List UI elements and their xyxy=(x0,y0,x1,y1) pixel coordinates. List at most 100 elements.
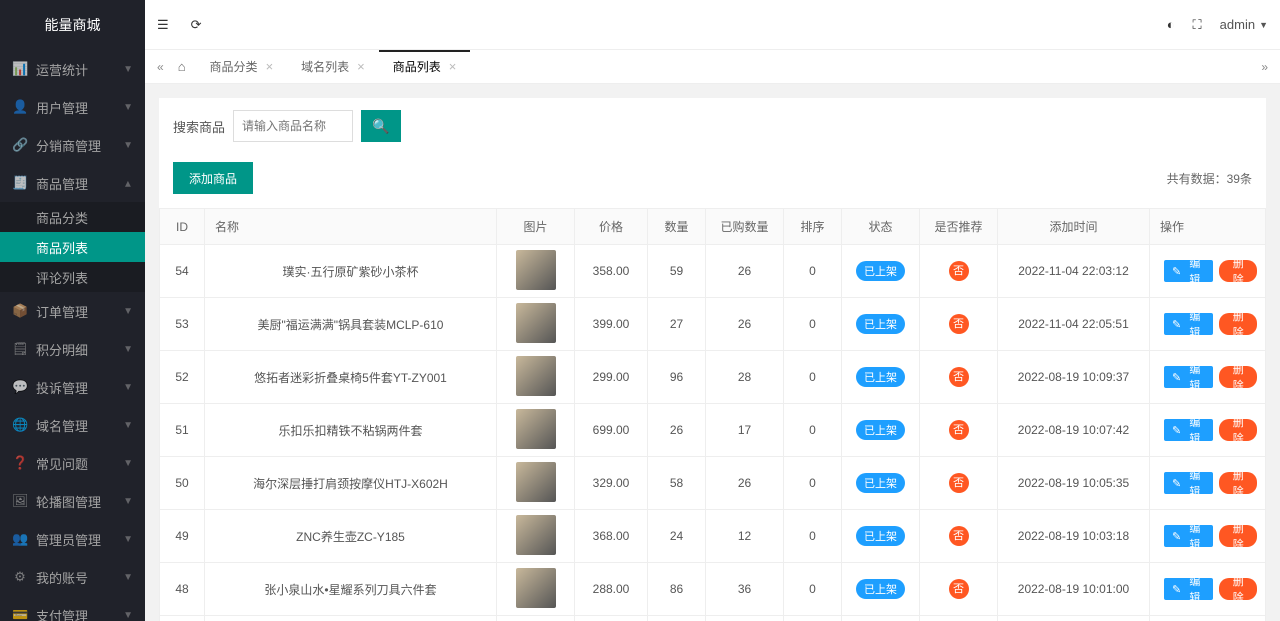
table-row: 49ZNC养生壶ZC-Y185368.0024120已上架否2022-08-19… xyxy=(160,510,1266,563)
total-count: 共有数据：39条 xyxy=(1167,170,1252,187)
refresh-icon[interactable]: ⟳ xyxy=(191,17,202,33)
close-icon[interactable]: × xyxy=(449,59,457,74)
menu-item-label: 用户管理 xyxy=(36,98,123,117)
edit-button[interactable]: ✎编辑 xyxy=(1164,366,1213,388)
cell-id: 47 xyxy=(160,616,205,621)
add-product-button[interactable]: 添加商品 xyxy=(173,162,253,194)
status-badge[interactable]: 已上架 xyxy=(856,579,905,599)
sidebar-item[interactable]: 👥管理员管理▼ xyxy=(0,520,145,558)
chevron-down-icon: ▼ xyxy=(123,64,133,75)
menu-item-label: 域名管理 xyxy=(36,416,123,435)
status-badge[interactable]: 已上架 xyxy=(856,526,905,546)
sidebar-item[interactable]: 💳支付管理▼ xyxy=(0,596,145,621)
cell-price: 399.00 xyxy=(575,298,648,351)
menu-subitem-label: 商品分类 xyxy=(36,208,133,227)
status-badge[interactable]: 已上架 xyxy=(856,261,905,281)
cell-name: 悠拓者迷彩折叠桌椅5件套YT-ZY001 xyxy=(205,351,497,404)
theme-icon[interactable]: ◐ xyxy=(1167,17,1175,32)
menu-item-label: 商品管理 xyxy=(36,174,123,193)
recommend-badge[interactable]: 否 xyxy=(949,526,969,546)
cell-name: PGG多功能智能肩颈按摩仪（标准款） xyxy=(205,616,497,621)
cell-price: 358.00 xyxy=(575,245,648,298)
chevron-down-icon: ▼ xyxy=(123,140,133,151)
delete-button[interactable]: 删除 xyxy=(1219,472,1257,494)
sidebar-subitem[interactable]: 商品分类 xyxy=(0,202,145,232)
cell-name: 乐扣乐扣精铁不粘锅两件套 xyxy=(205,404,497,457)
cell-qty: 86 xyxy=(648,563,706,616)
menu-toggle-icon[interactable]: ☰ xyxy=(157,17,169,33)
status-badge[interactable]: 已上架 xyxy=(856,473,905,493)
cell-id: 54 xyxy=(160,245,205,298)
edit-button[interactable]: ✎编辑 xyxy=(1164,578,1213,600)
recommend-badge[interactable]: 否 xyxy=(949,473,969,493)
sidebar-item[interactable]: 🖼轮播图管理▼ xyxy=(0,482,145,520)
close-icon[interactable]: × xyxy=(266,59,274,74)
fullscreen-icon[interactable]: ⛶ xyxy=(1193,17,1202,33)
status-badge[interactable]: 已上架 xyxy=(856,420,905,440)
cell-img xyxy=(497,457,575,510)
sidebar-item[interactable]: 📦订单管理▼ xyxy=(0,292,145,330)
sidebar-item[interactable]: 🌐域名管理▼ xyxy=(0,406,145,444)
delete-button[interactable]: 删除 xyxy=(1219,419,1257,441)
delete-button[interactable]: 删除 xyxy=(1219,366,1257,388)
delete-button[interactable]: 删除 xyxy=(1219,313,1257,335)
sidebar-item[interactable]: 🧾商品管理▼ xyxy=(0,164,145,202)
cell-name: ZNC养生壶ZC-Y185 xyxy=(205,510,497,563)
tab[interactable]: 商品分类× xyxy=(196,50,288,84)
search-input[interactable] xyxy=(233,110,353,142)
tab[interactable]: 商品列表× xyxy=(379,50,471,84)
cell-qty: 26 xyxy=(648,404,706,457)
recommend-badge[interactable]: 否 xyxy=(949,314,969,334)
edit-button[interactable]: ✎编辑 xyxy=(1164,260,1213,282)
recommend-badge[interactable]: 否 xyxy=(949,367,969,387)
sidebar-item[interactable]: 📊运营统计▼ xyxy=(0,50,145,88)
cell-sort: 0 xyxy=(784,510,842,563)
tabs-scroll-left-icon[interactable]: « xyxy=(153,60,168,74)
sidebar-item[interactable]: 🔗分销商管理▼ xyxy=(0,126,145,164)
sidebar-subitem[interactable]: 商品列表 xyxy=(0,232,145,262)
recommend-badge[interactable]: 否 xyxy=(949,579,969,599)
product-thumbnail[interactable] xyxy=(516,462,556,502)
toolbar-row: 添加商品 共有数据：39条 xyxy=(159,154,1266,208)
sidebar-item[interactable]: ❓常见问题▼ xyxy=(0,444,145,482)
menu-item-label: 投诉管理 xyxy=(36,378,123,397)
edit-button[interactable]: ✎编辑 xyxy=(1164,472,1213,494)
sidebar-item[interactable]: 🗒积分明细▼ xyxy=(0,330,145,368)
product-thumbnail[interactable] xyxy=(516,515,556,555)
edit-button[interactable]: ✎编辑 xyxy=(1164,313,1213,335)
recommend-badge[interactable]: 否 xyxy=(949,261,969,281)
edit-button[interactable]: ✎编辑 xyxy=(1164,525,1213,547)
close-icon[interactable]: × xyxy=(357,59,365,74)
tab-label: 域名列表 xyxy=(301,58,349,75)
delete-button[interactable]: 删除 xyxy=(1219,525,1257,547)
sidebar-item[interactable]: 💬投诉管理▼ xyxy=(0,368,145,406)
tab-home-icon[interactable]: ⌂ xyxy=(178,59,186,74)
cell-sort: 0 xyxy=(784,351,842,404)
product-thumbnail[interactable] xyxy=(516,250,556,290)
sidebar-item[interactable]: ⚙我的账号▼ xyxy=(0,558,145,596)
user-menu[interactable]: admin ▼ xyxy=(1220,17,1268,32)
sidebar-subitem[interactable]: 评论列表 xyxy=(0,262,145,292)
product-thumbnail[interactable] xyxy=(516,568,556,608)
search-button[interactable]: 🔍 xyxy=(361,110,401,142)
sidebar-item[interactable]: 👤用户管理▼ xyxy=(0,88,145,126)
menu-item-icon: 📊 xyxy=(12,61,28,77)
cell-name: 美厨"福运满满"锅具套装MCLP-610 xyxy=(205,298,497,351)
tabs-scroll-right-icon[interactable]: » xyxy=(1257,60,1272,74)
menu-item-icon: 🗒 xyxy=(12,341,28,357)
cell-sort: 0 xyxy=(784,563,842,616)
delete-button[interactable]: 删除 xyxy=(1219,578,1257,600)
product-thumbnail[interactable] xyxy=(516,409,556,449)
cell-status: 已上架 xyxy=(842,245,920,298)
edit-button[interactable]: ✎编辑 xyxy=(1164,419,1213,441)
tab[interactable]: 域名列表 × xyxy=(287,50,379,84)
recommend-badge[interactable]: 否 xyxy=(949,420,969,440)
status-badge[interactable]: 已上架 xyxy=(856,367,905,387)
chevron-down-icon: ▼ xyxy=(123,534,133,545)
product-thumbnail[interactable] xyxy=(516,303,556,343)
th-status: 状态 xyxy=(842,209,920,245)
status-badge[interactable]: 已上架 xyxy=(856,314,905,334)
product-thumbnail[interactable] xyxy=(516,356,556,396)
cell-rec: 否 xyxy=(920,563,998,616)
delete-button[interactable]: 删除 xyxy=(1219,260,1257,282)
